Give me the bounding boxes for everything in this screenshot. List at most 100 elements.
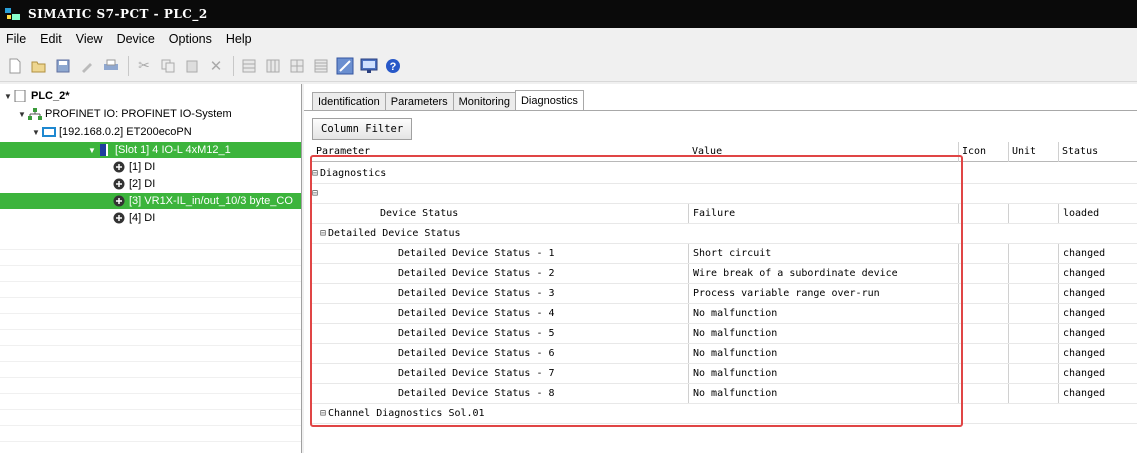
table-row[interactable]: Device Status Failure loaded — [310, 204, 1137, 224]
tree-item-slot-1[interactable]: ▼ [Slot 1] 4 IO-L 4xM12_1 — [0, 142, 301, 158]
tab-parameters[interactable]: Parameters — [384, 92, 454, 110]
collapse-icon[interactable]: ⊟ — [312, 168, 318, 179]
chevron-down-icon[interactable]: ▼ — [18, 110, 28, 119]
grid-4-icon[interactable] — [310, 55, 332, 77]
tree-item-profinet-system[interactable]: ▼ PROFINET IO: PROFINET IO-System — [0, 106, 301, 122]
tab-diagnostics[interactable]: Diagnostics — [514, 90, 584, 110]
grid-header: Parameter Value Icon Unit Status — [310, 142, 1137, 162]
cut-icon[interactable]: ✂ — [133, 55, 155, 77]
menu-help[interactable]: Help — [226, 32, 252, 46]
properties-icon[interactable] — [76, 55, 98, 77]
row-icon — [958, 324, 1008, 343]
row-group-label: Detailed Device Status — [328, 228, 461, 239]
menu-device[interactable]: Device — [117, 32, 155, 46]
row-parameter: Detailed Device Status - 4 — [398, 308, 555, 319]
grid-3-icon[interactable] — [286, 55, 308, 77]
window-title: SIMATIC S7-PCT - PLC_2 — [28, 7, 208, 21]
tree-item-label: [4] DI — [129, 212, 156, 224]
row-value: Failure — [688, 204, 958, 223]
row-icon — [958, 344, 1008, 363]
table-row[interactable]: ⊟ Detailed Device Status — [310, 224, 1137, 244]
header-divider — [958, 142, 959, 162]
open-icon[interactable] — [28, 55, 50, 77]
grid-1-icon[interactable] — [238, 55, 260, 77]
tree-item-port-3[interactable]: [3] VR1X-IL_in/out_10/3 byte_CO — [0, 193, 301, 209]
row-value: Wire break of a subordinate device — [688, 264, 958, 283]
print-icon[interactable] — [100, 55, 122, 77]
menu-edit[interactable]: Edit — [40, 32, 62, 46]
row-status: changed — [1058, 284, 1137, 303]
collapse-icon[interactable]: ⊟ — [320, 408, 326, 419]
simatic-app-icon — [5, 8, 20, 20]
row-status: loaded — [1058, 204, 1137, 223]
tree-item-port-4[interactable]: [4] DI — [0, 210, 301, 226]
table-row[interactable]: Detailed Device Status - 8 No malfunctio… — [310, 384, 1137, 404]
port-icon — [113, 178, 125, 190]
tree-item-port-1[interactable]: [1] DI — [0, 159, 301, 175]
row-unit — [1008, 244, 1058, 263]
row-unit — [1008, 344, 1058, 363]
table-row[interactable]: Detailed Device Status - 6 No malfunctio… — [310, 344, 1137, 364]
grid-2-icon[interactable] — [262, 55, 284, 77]
table-row[interactable]: ⊟ Diagnostics — [310, 164, 1137, 184]
row-parameter: Detailed Device Status - 7 — [398, 368, 555, 379]
row-unit — [1008, 324, 1058, 343]
row-icon — [958, 284, 1008, 303]
tree-item-et200ecopn[interactable]: ▼ [192.168.0.2] ET200ecoPN — [0, 124, 301, 140]
row-status: changed — [1058, 244, 1137, 263]
header-icon[interactable]: Icon — [962, 146, 986, 157]
row-unit — [1008, 264, 1058, 283]
tree-item-port-2[interactable]: [2] DI — [0, 176, 301, 192]
tree-item-plc[interactable]: ▼ PLC_2* — [0, 88, 301, 104]
row-parameter: Detailed Device Status - 1 — [398, 248, 555, 259]
tab-divider — [304, 110, 1137, 111]
online-icon[interactable] — [334, 55, 356, 77]
table-row[interactable]: Detailed Device Status - 3 Process varia… — [310, 284, 1137, 304]
tab-monitoring[interactable]: Monitoring — [452, 92, 516, 110]
row-parameter: Detailed Device Status - 6 — [398, 348, 555, 359]
row-parameter: Detailed Device Status - 3 — [398, 288, 555, 299]
tree-item-label: PROFINET IO: PROFINET IO-System — [45, 108, 232, 120]
collapse-icon[interactable]: ⊟ — [312, 188, 318, 199]
monitor-icon[interactable] — [358, 55, 380, 77]
chevron-down-icon[interactable]: ▼ — [32, 128, 42, 137]
menu-options[interactable]: Options — [169, 32, 212, 46]
header-value[interactable]: Value — [692, 146, 722, 157]
chevron-down-icon[interactable]: ▼ — [4, 92, 14, 101]
table-row[interactable]: Detailed Device Status - 5 No malfunctio… — [310, 324, 1137, 344]
table-row[interactable]: ⊟ — [310, 184, 1137, 204]
menu-bar: File Edit View Device Options Help — [0, 28, 1137, 50]
header-parameter[interactable]: Parameter — [316, 146, 370, 157]
delete-icon[interactable]: ✕ — [205, 55, 227, 77]
table-row[interactable]: Detailed Device Status - 7 No malfunctio… — [310, 364, 1137, 384]
tab-identification[interactable]: Identification — [312, 92, 386, 110]
chevron-down-icon[interactable]: ▼ — [88, 146, 98, 155]
table-row[interactable]: Detailed Device Status - 1 Short circuit… — [310, 244, 1137, 264]
table-row[interactable]: Detailed Device Status - 4 No malfunctio… — [310, 304, 1137, 324]
column-filter-button[interactable]: Column Filter — [312, 118, 413, 140]
save-icon[interactable] — [52, 55, 74, 77]
menu-view[interactable]: View — [76, 32, 103, 46]
row-value: No malfunction — [688, 344, 958, 363]
tree-item-label: [3] VR1X-IL_in/out_10/3 byte_CO — [129, 195, 293, 207]
header-status[interactable]: Status — [1062, 146, 1098, 157]
header-divider — [1008, 142, 1009, 162]
header-unit[interactable]: Unit — [1012, 146, 1036, 157]
table-row[interactable]: Detailed Device Status - 2 Wire break of… — [310, 264, 1137, 284]
row-icon — [958, 304, 1008, 323]
menu-file[interactable]: File — [6, 32, 26, 46]
row-status: changed — [1058, 324, 1137, 343]
table-row[interactable]: ⊟ Channel Diagnostics Sol.01 — [310, 404, 1137, 424]
row-parameter: Detailed Device Status - 5 — [398, 328, 555, 339]
title-bar: SIMATIC S7-PCT - PLC_2 — [0, 0, 1137, 28]
copy-icon[interactable] — [157, 55, 179, 77]
row-icon — [958, 204, 1008, 223]
plc-icon — [14, 90, 26, 102]
help-icon[interactable]: ? — [382, 55, 404, 77]
paste-icon[interactable] — [181, 55, 203, 77]
row-value: No malfunction — [688, 304, 958, 323]
row-value: No malfunction — [688, 324, 958, 343]
new-icon[interactable] — [4, 55, 26, 77]
collapse-icon[interactable]: ⊟ — [320, 228, 326, 239]
tab-strip: Identification Parameters Monitoring Dia… — [312, 90, 584, 110]
